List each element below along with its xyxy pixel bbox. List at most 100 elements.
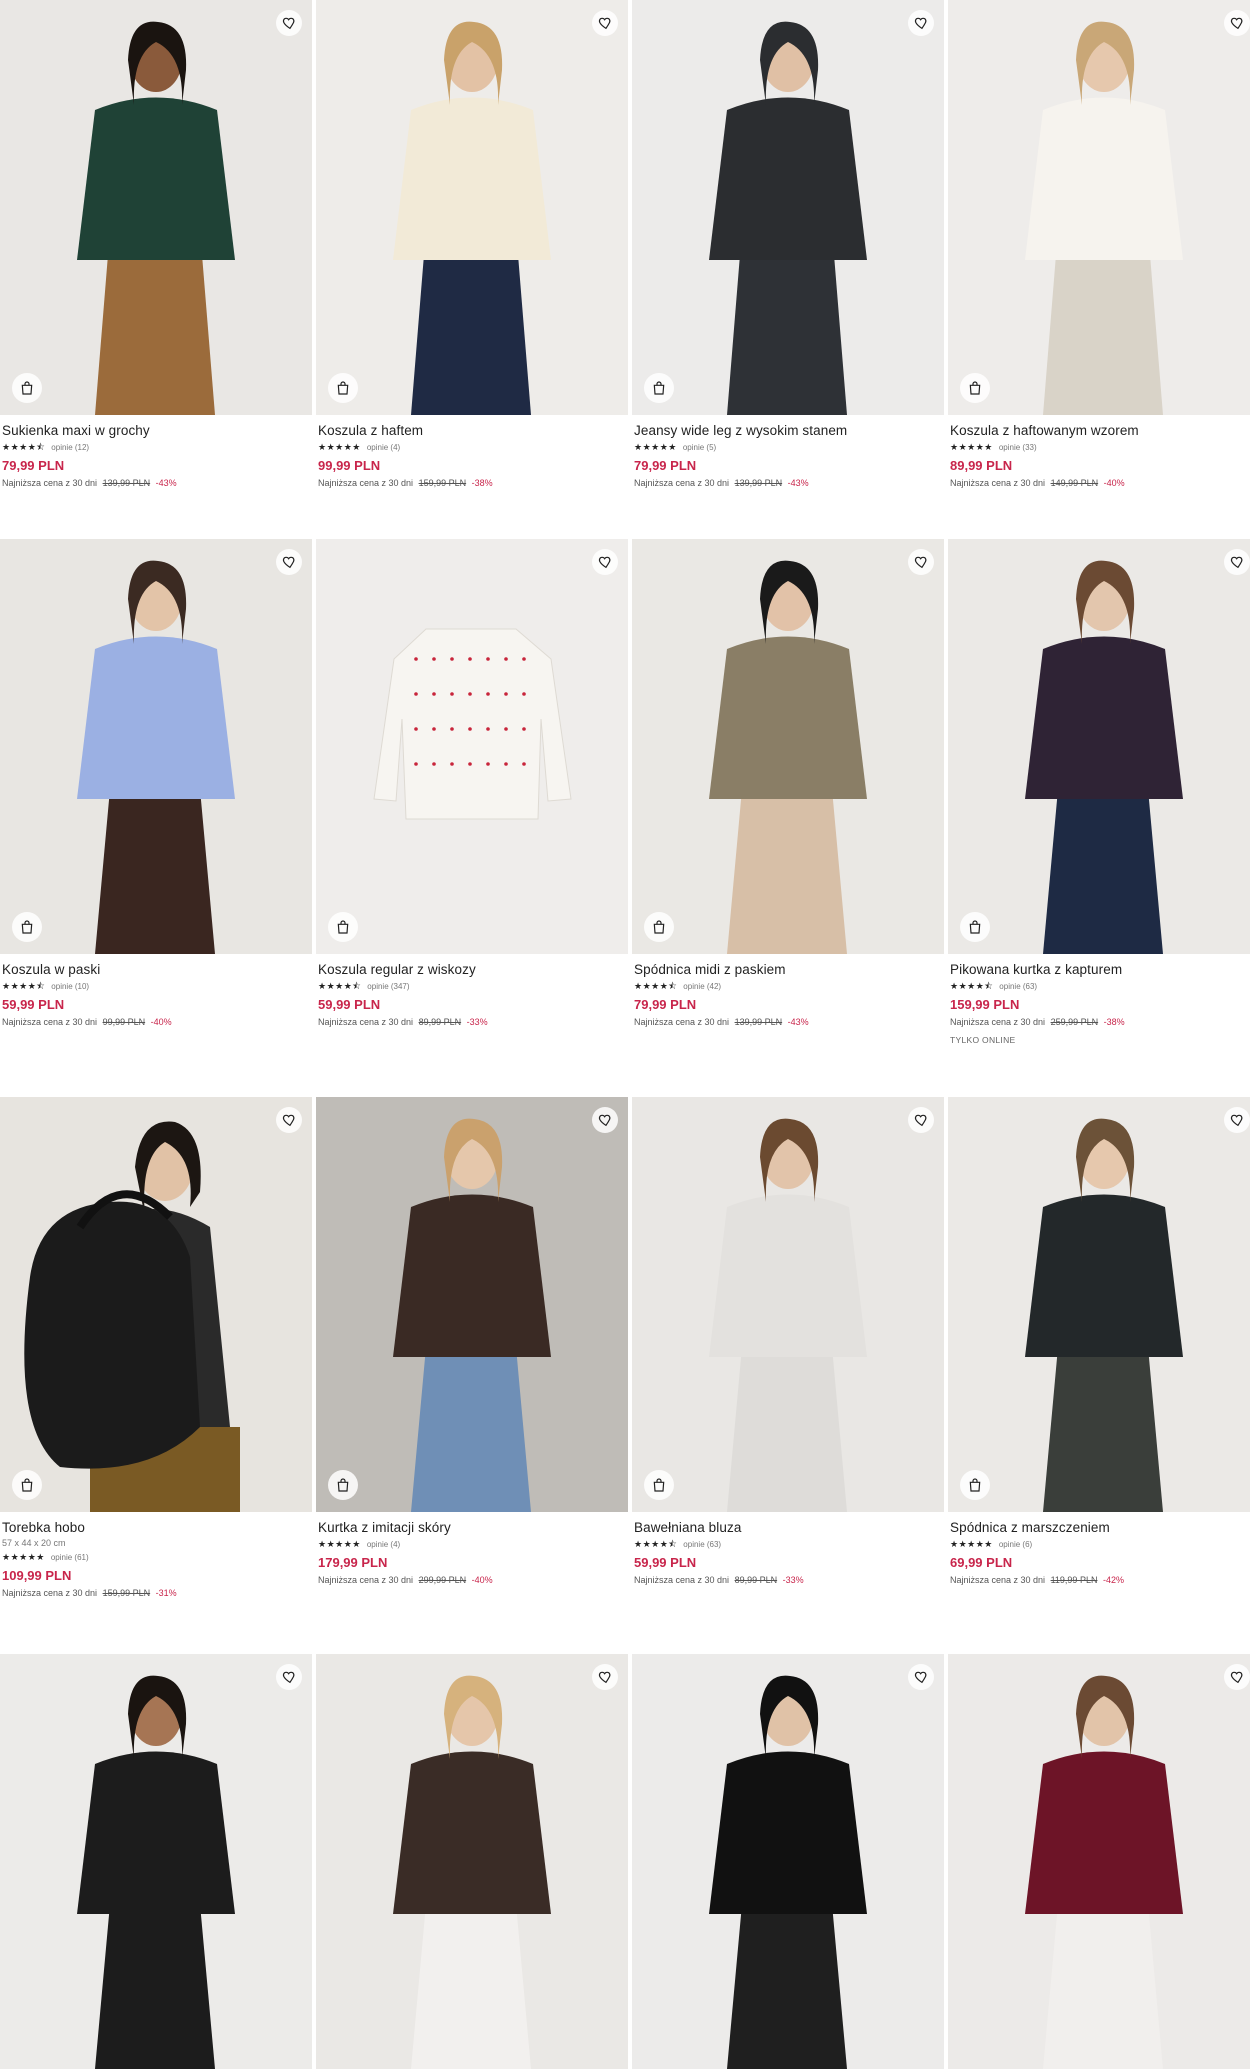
product-name[interactable]: Jeansy wide leg z wysokim stanem xyxy=(634,423,942,438)
product-card[interactable] xyxy=(632,1654,944,2069)
old-price: 99,99 PLN xyxy=(102,1017,146,1027)
product-image[interactable] xyxy=(948,1097,1250,1512)
product-card[interactable]: Koszula z haftem ★★★★★ opinie (4) 99,99 … xyxy=(316,0,628,488)
product-card[interactable]: Koszula regular z wiskozy ★★★★⯪ opinie (… xyxy=(316,539,628,1027)
product-card[interactable]: Spódnica midi z paskiem ★★★★⯪ opinie (42… xyxy=(632,539,944,1027)
shopping-bag-icon[interactable] xyxy=(644,1470,674,1500)
product-card[interactable]: Sukienka maxi w grochy ★★★★⯪ opinie (12)… xyxy=(0,0,312,488)
product-card[interactable]: Jeansy wide leg z wysokim stanem ★★★★★ o… xyxy=(632,0,944,488)
product-card[interactable]: Spódnica z marszczeniem ★★★★★ opinie (6)… xyxy=(948,1097,1250,1585)
heart-icon[interactable] xyxy=(908,1107,934,1133)
heart-icon[interactable] xyxy=(908,549,934,575)
product-image[interactable] xyxy=(948,0,1250,415)
product-image[interactable] xyxy=(948,539,1250,954)
shopping-bag-icon[interactable] xyxy=(960,373,990,403)
product-name[interactable]: Pikowana kurtka z kapturem xyxy=(950,962,1250,977)
shopping-bag-icon[interactable] xyxy=(328,912,358,942)
product-image[interactable] xyxy=(0,1097,312,1512)
shopping-bag-icon[interactable] xyxy=(328,1470,358,1500)
lowest-price-info: Najniższa cena z 30 dni 119,99 PLN -42% xyxy=(950,1575,1250,1585)
heart-icon[interactable] xyxy=(592,549,618,575)
heart-icon[interactable] xyxy=(276,1107,302,1133)
review-count[interactable]: opinie (347) xyxy=(367,982,409,991)
heart-icon[interactable] xyxy=(276,549,302,575)
product-name[interactable]: Koszula z haftowanym wzorem xyxy=(950,423,1250,438)
review-count[interactable]: opinie (33) xyxy=(999,443,1037,452)
rating-stars: ★★★★⯪ xyxy=(318,981,362,991)
product-image[interactable] xyxy=(632,539,944,954)
shopping-bag-icon[interactable] xyxy=(12,373,42,403)
review-count[interactable]: opinie (4) xyxy=(367,1540,400,1549)
product-name[interactable]: Spódnica z marszczeniem xyxy=(950,1520,1250,1535)
product-card[interactable] xyxy=(316,1654,628,2069)
review-count[interactable]: opinie (5) xyxy=(683,443,716,452)
review-count[interactable]: opinie (61) xyxy=(51,1553,89,1562)
product-image[interactable] xyxy=(316,0,628,415)
product-image[interactable] xyxy=(316,1654,628,2069)
product-image[interactable] xyxy=(316,1097,628,1512)
review-count[interactable]: opinie (10) xyxy=(51,982,89,991)
rating: ★★★★⯪ opinie (347) xyxy=(318,981,626,991)
shopping-bag-icon[interactable] xyxy=(960,912,990,942)
product-name[interactable]: Sukienka maxi w grochy xyxy=(2,423,310,438)
product-card[interactable]: Pikowana kurtka z kapturem ★★★★⯪ opinie … xyxy=(948,539,1250,1045)
rating-stars: ★★★★⯪ xyxy=(634,981,678,991)
product-price: 179,99 PLN xyxy=(318,1555,388,1570)
discount-badge: -43% xyxy=(787,1017,809,1027)
heart-icon[interactable] xyxy=(592,10,618,36)
product-card[interactable]: Torebka hobo 57 x 44 x 20 cm ★★★★★ opinie… xyxy=(0,1097,312,1598)
review-count[interactable]: opinie (4) xyxy=(367,443,400,452)
old-price: 139,99 PLN xyxy=(734,478,783,488)
heart-icon[interactable] xyxy=(592,1107,618,1133)
shopping-bag-icon[interactable] xyxy=(12,1470,42,1500)
heart-icon[interactable] xyxy=(1224,1107,1250,1133)
heart-icon[interactable] xyxy=(592,1664,618,1690)
product-name[interactable]: Bawełniana bluza xyxy=(634,1520,942,1535)
product-card[interactable] xyxy=(948,1654,1250,2069)
product-image[interactable] xyxy=(316,539,628,954)
review-count[interactable]: opinie (12) xyxy=(51,443,89,452)
product-image[interactable] xyxy=(948,1654,1250,2069)
product-name[interactable]: Kurtka z imitacji skóry xyxy=(318,1520,626,1535)
shopping-bag-icon[interactable] xyxy=(328,373,358,403)
lowest-price-label: Najniższa cena z 30 dni xyxy=(2,1017,98,1027)
product-name[interactable]: Koszula w paski xyxy=(2,962,310,977)
product-image[interactable] xyxy=(0,1654,312,2069)
product-image[interactable] xyxy=(632,0,944,415)
shopping-bag-icon[interactable] xyxy=(960,1470,990,1500)
product-image[interactable] xyxy=(0,0,312,415)
heart-icon[interactable] xyxy=(1224,549,1250,575)
product-image[interactable] xyxy=(632,1654,944,2069)
product-info: Pikowana kurtka z kapturem ★★★★⯪ opinie … xyxy=(948,954,1250,1045)
product-grid: Sukienka maxi w grochy ★★★★⯪ opinie (12)… xyxy=(0,0,1250,2069)
review-count[interactable]: opinie (6) xyxy=(999,1540,1032,1549)
product-card[interactable]: Kurtka z imitacji skóry ★★★★★ opinie (4)… xyxy=(316,1097,628,1585)
heart-icon[interactable] xyxy=(276,10,302,36)
product-name[interactable]: Torebka hobo xyxy=(2,1520,310,1535)
shopping-bag-icon[interactable] xyxy=(644,912,674,942)
product-card[interactable]: Bawełniana bluza ★★★★⯪ opinie (63) 59,99… xyxy=(632,1097,944,1585)
lowest-price-info: Najniższa cena z 30 dni 139,99 PLN -43% xyxy=(2,478,310,488)
heart-icon[interactable] xyxy=(276,1664,302,1690)
rating: ★★★★★ opinie (6) xyxy=(950,1539,1250,1549)
product-price: 79,99 PLN xyxy=(634,997,697,1012)
product-name[interactable]: Koszula z haftem xyxy=(318,423,626,438)
product-image[interactable] xyxy=(0,539,312,954)
heart-icon[interactable] xyxy=(908,10,934,36)
product-card[interactable]: Koszula w paski ★★★★⯪ opinie (10) 59,99 … xyxy=(0,539,312,1027)
lowest-price-label: Najniższa cena z 30 dni xyxy=(2,478,98,488)
product-name[interactable]: Koszula regular z wiskozy xyxy=(318,962,626,977)
heart-icon[interactable] xyxy=(908,1664,934,1690)
product-card[interactable]: Koszula z haftowanym wzorem ★★★★★ opinie… xyxy=(948,0,1250,488)
product-name[interactable]: Spódnica midi z paskiem xyxy=(634,962,942,977)
shopping-bag-icon[interactable] xyxy=(644,373,674,403)
review-count[interactable]: opinie (42) xyxy=(683,982,721,991)
product-image[interactable] xyxy=(632,1097,944,1512)
review-count[interactable]: opinie (63) xyxy=(999,982,1037,991)
review-count[interactable]: opinie (63) xyxy=(683,1540,721,1549)
shopping-bag-icon[interactable] xyxy=(12,912,42,942)
product-card[interactable] xyxy=(0,1654,312,2069)
rating-stars: ★★★★⯪ xyxy=(634,1539,678,1549)
heart-icon[interactable] xyxy=(1224,10,1250,36)
heart-icon[interactable] xyxy=(1224,1664,1250,1690)
